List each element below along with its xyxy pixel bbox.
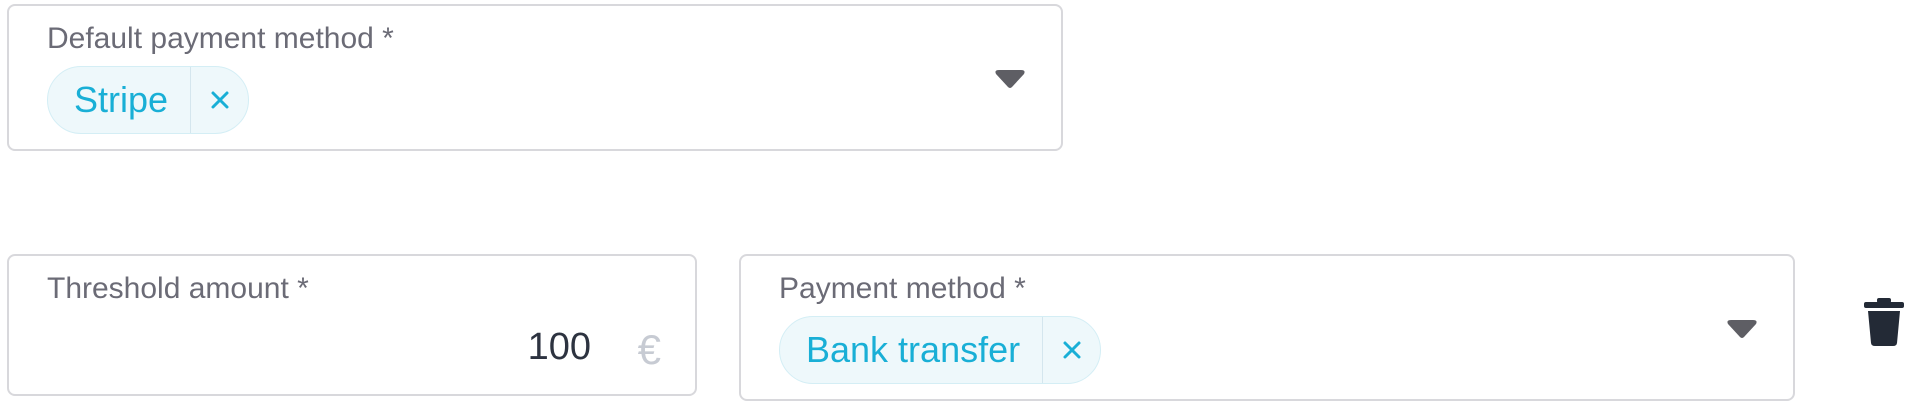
remove-chip-button[interactable] (190, 67, 248, 133)
remove-chip-button[interactable] (1042, 317, 1100, 383)
trash-icon[interactable] (1864, 298, 1904, 346)
payment-method-label: Payment method * (779, 272, 1026, 305)
default-payment-method-field[interactable]: Default payment method * Stripe (7, 4, 1063, 151)
selected-payment-method-chip-label: Bank transfer (806, 329, 1021, 370)
payment-method-field[interactable]: Payment method * Bank transfer (739, 254, 1795, 401)
selected-payment-method-chip: Bank transfer (779, 316, 1102, 384)
currency-symbol: € (637, 326, 661, 373)
close-icon (1063, 341, 1081, 359)
default-payment-method-label: Default payment method * (47, 22, 394, 55)
selected-payment-chip: Stripe (47, 66, 250, 134)
threshold-amount-label: Threshold amount * (47, 272, 309, 305)
selected-payment-chip-label: Stripe (74, 79, 169, 120)
caret-down-icon[interactable] (994, 70, 1026, 90)
threshold-amount-field[interactable]: Threshold amount * 100 € (7, 254, 697, 396)
threshold-amount-value: 100 (527, 326, 591, 368)
close-icon (211, 91, 229, 109)
caret-down-icon[interactable] (1726, 320, 1758, 340)
